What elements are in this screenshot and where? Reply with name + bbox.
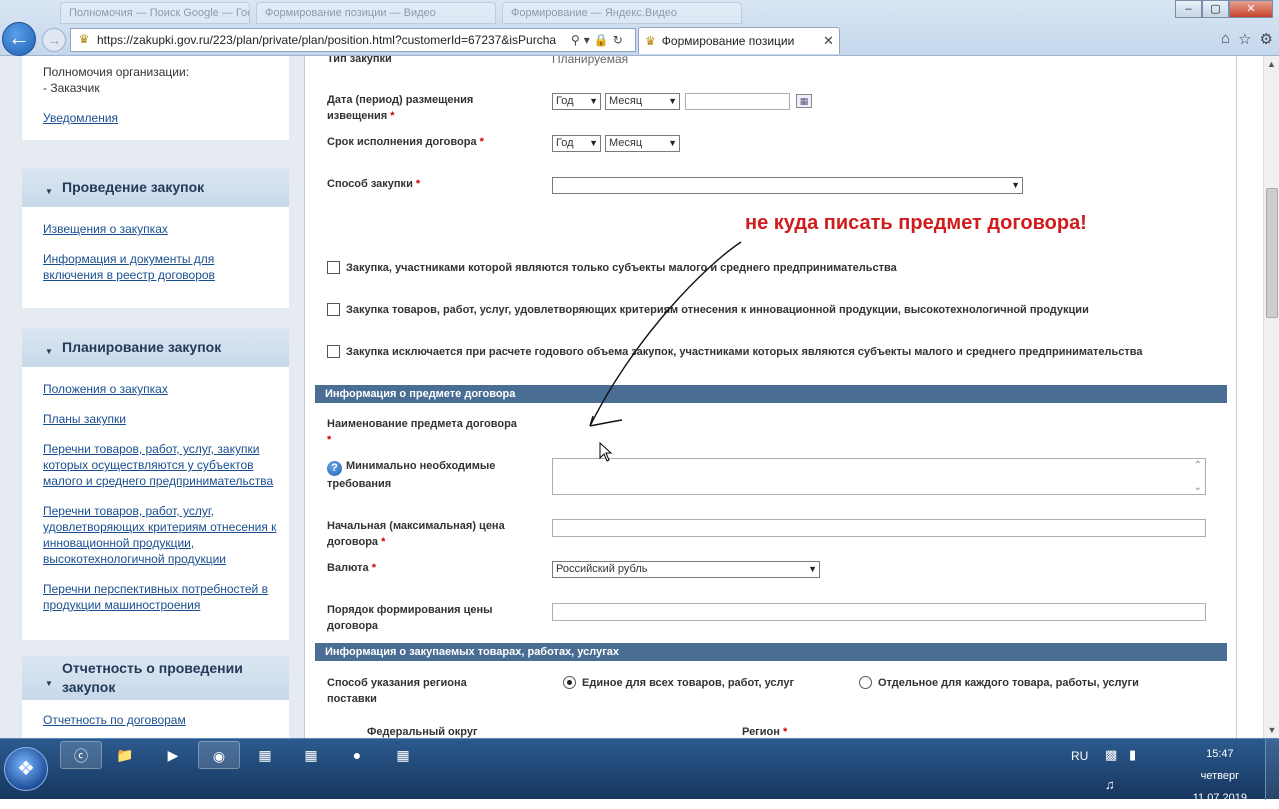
tab-title: Формирование позиции: [661, 34, 795, 48]
scroll-up-icon[interactable]: ▲: [1264, 56, 1279, 72]
active-tab[interactable]: ♛ Формирование позиции ✕: [638, 27, 840, 54]
sidebar-block-conduct: ▼ Проведение закупок Извещения о закупка…: [22, 168, 289, 318]
folder-icon[interactable]: 📁: [104, 741, 146, 769]
app-icon[interactable]: ▦: [244, 741, 286, 769]
pricing-input[interactable]: [552, 603, 1206, 621]
collapse-triangle-icon: ▼: [45, 679, 53, 688]
show-desktop-button[interactable]: [1265, 739, 1279, 800]
content-right-border: [1236, 56, 1237, 738]
sidebar-link[interactable]: Перечни перспективных потребностей в про…: [22, 581, 289, 613]
search-icon[interactable]: ⚲: [571, 33, 580, 47]
chrome-icon[interactable]: ◉: [198, 741, 240, 769]
clock-time: 15:47: [1206, 748, 1234, 760]
home-icon[interactable]: ⌂: [1221, 30, 1230, 48]
collapse-triangle-icon: ▼: [45, 347, 53, 356]
price-label: Начальная (максимальная) цена договора *: [327, 520, 505, 548]
sidebar-link[interactable]: Положения о закупках: [22, 381, 289, 397]
window-controls: – ▢ ✕: [1175, 0, 1273, 18]
mouse-cursor-icon: [599, 442, 613, 462]
site-emblem-icon: ♛: [78, 32, 90, 46]
excel-icon[interactable]: ▦: [290, 741, 332, 769]
url-text[interactable]: https://zakupki.gov.ru/223/plan/private/…: [97, 33, 567, 47]
browser-toolbar-right: ⌂ ☆ ⚙: [1221, 30, 1273, 48]
system-tray: RU ▩ ▮ ♫ 15:47 четверг 11.07.2019: [979, 739, 1279, 804]
taskbar: ❖ ⓒ 📁 ▶ ◉ ▦ ▦ ● ▦ RU ▩ ▮ ♫ 15:47 четверг…: [0, 738, 1279, 804]
sidebar-block-reporting: ▼ Отчетность о проведении закупок Отчетн…: [22, 656, 289, 738]
page-content: Полномочия организации: - Заказчик Уведо…: [0, 56, 1263, 738]
sidebar-account-block: Полномочия организации: - Заказчик Уведо…: [22, 56, 289, 150]
lock-icon[interactable]: 🔒: [594, 33, 609, 47]
collapse-triangle-icon: ▼: [45, 187, 53, 196]
background-tabs: Полномочия — Поиск Google — Гос Формиров…: [60, 2, 780, 26]
sidebar-head-planning[interactable]: ▼ Планирование закупок: [22, 328, 289, 367]
sidebar-link[interactable]: Отчетность по договорам: [22, 712, 289, 728]
address-bar[interactable]: ♛ https://zakupki.gov.ru/223/plan/privat…: [70, 28, 636, 52]
scroll-down-icon[interactable]: ⌄: [1194, 482, 1202, 493]
scroll-down-icon[interactable]: ▼: [1264, 722, 1279, 738]
currency-select[interactable]: Российский рубль ▼: [552, 561, 820, 578]
section-goods-header: Информация о закупаемых товарах, работах…: [315, 643, 1227, 661]
maximize-button[interactable]: ▢: [1202, 0, 1229, 18]
sidebar-head-conduct[interactable]: ▼ Проведение закупок: [22, 168, 289, 207]
clock-weekday: четверг: [1200, 770, 1240, 782]
position-form: Тип закупки Планируемая Дата (период) ра…: [305, 56, 1239, 738]
gear-icon[interactable]: ⚙: [1260, 30, 1273, 48]
federal-district-label: Федеральный округ: [367, 726, 478, 738]
close-window-button[interactable]: ✕: [1229, 0, 1273, 18]
dropdown-icon[interactable]: ▾: [584, 33, 590, 47]
site-emblem-icon: ♛: [645, 34, 656, 48]
chevron-down-icon: ▼: [808, 564, 817, 574]
clipboard-icon[interactable]: ▩: [1105, 747, 1117, 763]
favorites-star-icon[interactable]: ☆: [1238, 30, 1251, 48]
annotation-arrow: [589, 241, 742, 427]
radio-single-region[interactable]: Единое для всех товаров, работ, услуг: [563, 676, 794, 689]
refresh-icon[interactable]: ↻: [613, 33, 623, 47]
sidebar-link[interactable]: Перечни товаров, работ, услуг, удовлетво…: [22, 503, 289, 567]
start-button[interactable]: ❖: [4, 747, 48, 791]
page-scrollbar[interactable]: ▲ ▼: [1263, 56, 1279, 738]
word-icon[interactable]: ▦: [382, 741, 424, 769]
sidebar-block-planning: ▼ Планирование закупок Положения о закуп…: [22, 328, 289, 650]
clock-date: 11.07.2019: [1192, 792, 1247, 804]
media-player-icon[interactable]: ▶: [152, 741, 194, 769]
pricing-label: Порядок формирования цены договора: [327, 604, 493, 632]
scrollbar-thumb[interactable]: [1266, 188, 1278, 318]
authority-value: - Заказчик: [43, 81, 100, 95]
region-label: Регион *: [742, 726, 788, 738]
radio-button[interactable]: [563, 676, 576, 689]
radio-each-region[interactable]: Отдельное для каждого товара, работы, ус…: [859, 676, 1139, 689]
authority-label: Полномочия организации:: [43, 65, 190, 79]
speaker-icon[interactable]: ♫: [1105, 777, 1115, 792]
currency-label: Валюта *: [327, 562, 377, 574]
sidebar-link[interactable]: Перечни товаров, работ, услуг, закупки к…: [22, 441, 289, 489]
sidebar-link-notifications[interactable]: Уведомления: [22, 110, 289, 126]
sidebar-link[interactable]: Извещения о закупках: [22, 221, 289, 237]
language-indicator[interactable]: RU: [1071, 749, 1088, 763]
ie-icon[interactable]: ⓒ: [60, 741, 102, 769]
signal-icon[interactable]: ▮: [1129, 747, 1136, 763]
sidebar-link[interactable]: Информация и документы для включения в р…: [22, 251, 289, 283]
clock[interactable]: 15:47 четверг 11.07.2019: [1193, 743, 1247, 809]
background-tab[interactable]: Формирование позиции — Видео: [256, 2, 496, 24]
radio-button[interactable]: [859, 676, 872, 689]
forward-arrow-icon[interactable]: →: [42, 28, 66, 52]
background-tab[interactable]: Полномочия — Поиск Google — Гос: [60, 2, 250, 24]
minimize-button[interactable]: –: [1175, 0, 1202, 18]
sidebar-link[interactable]: Планы закупки: [22, 411, 289, 427]
close-tab-icon[interactable]: ✕: [823, 33, 839, 49]
price-input[interactable]: [552, 519, 1206, 537]
sidebar-head-reporting[interactable]: ▼ Отчетность о проведении закупок: [22, 656, 289, 700]
region-method-label: Способ указания региона поставки: [327, 677, 467, 705]
back-arrow-icon[interactable]: ←: [2, 22, 36, 56]
background-tab[interactable]: Формирование — Яндекс.Видео: [502, 2, 742, 24]
browser-chrome: Полномочия — Поиск Google — Гос Формиров…: [0, 0, 1279, 56]
app-green-icon[interactable]: ●: [336, 741, 378, 769]
